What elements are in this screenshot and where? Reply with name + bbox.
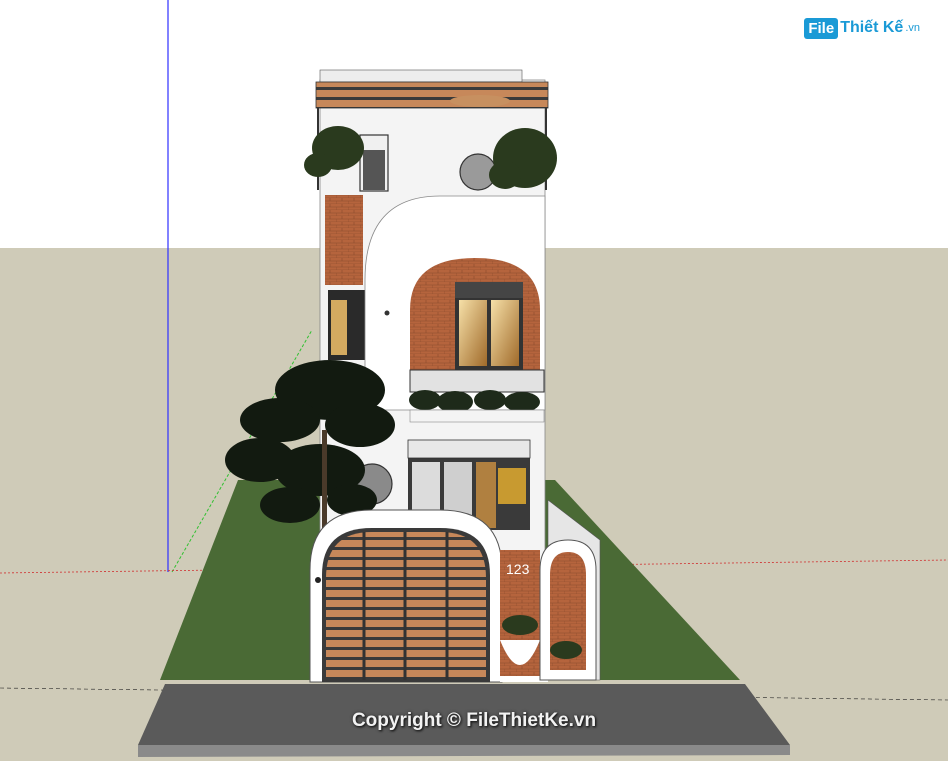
sketchup-house-render [0,0,948,761]
house-number: 123 [506,561,530,577]
left-brick-strip [325,195,363,285]
logo-brand-text: Thiết Kế [840,19,904,36]
balcony-railing [409,369,545,393]
logo-suffix-text: .vn [905,22,920,34]
logo-file-text: File [804,17,839,39]
copyright-watermark: Copyright © FileThietKe.vn [351,710,597,731]
site-logo: File Thiết Kế .vn [804,14,920,42]
pergola [315,81,549,109]
